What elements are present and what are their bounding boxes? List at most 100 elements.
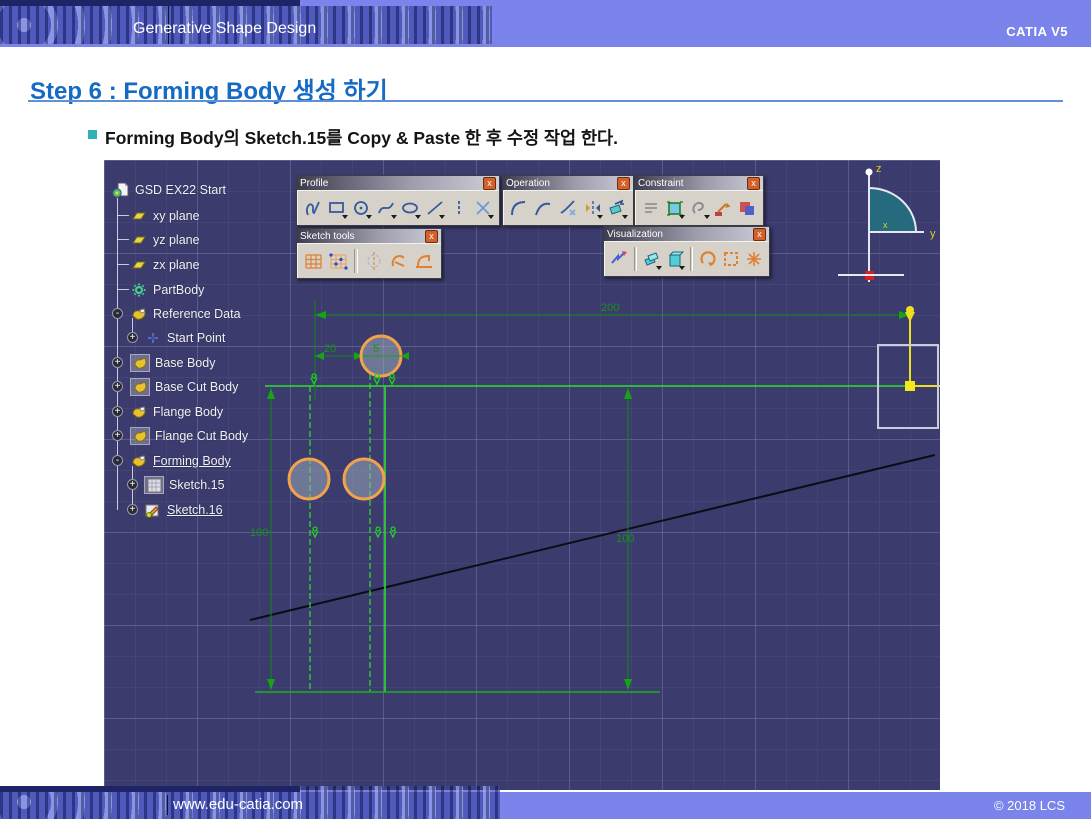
contact-constraint-button[interactable] [687,194,710,221]
3d-elements-button[interactable] [641,245,663,272]
constraint-button[interactable] [663,194,686,221]
close-icon[interactable]: x [747,177,760,190]
3d-background-button[interactable] [664,245,686,272]
cut-part-button[interactable] [608,245,630,272]
expander-icon[interactable]: - [112,308,123,319]
constraint-toolbar-titlebar[interactable]: Constraint x [635,176,763,190]
tree-item-label: Flange Body [153,405,223,419]
sketch-tools-toolbar: Sketch tools x [296,228,442,279]
tree-item-sketch-16[interactable]: Sketch.16 [144,501,223,519]
mirror-tool-button[interactable] [581,194,605,221]
line-tool-button[interactable] [423,194,446,221]
visualization-toolbar-title: Visualization [607,229,753,240]
visualization-toolbar-titlebar[interactable]: Visualization x [604,227,769,241]
close-icon[interactable]: x [425,230,438,243]
close-icon[interactable]: x [617,177,630,190]
tree-item-yz-plane[interactable]: yz plane [130,231,200,249]
plane-icon [130,208,148,224]
open-body-icon [130,404,148,420]
expander-icon[interactable]: + [127,332,138,343]
operation-toolbar-titlebar[interactable]: Operation x [503,176,633,190]
footer-copyright: © 2018 LCS [994,798,1065,813]
bullet-text: Forming Body의 Sketch.15를 Copy & Paste 한 … [105,125,618,150]
tree-item-label: Sketch.15 [169,478,225,492]
tree-item-label: Flange Cut Body [155,429,248,443]
animate-constraint-button[interactable] [736,194,759,221]
fix-constraint-button[interactable] [712,194,735,221]
grid-button[interactable] [301,247,325,274]
footer-website: www.edu-catia.com [173,796,303,813]
rectangle-tool-button[interactable] [325,194,348,221]
close-icon[interactable]: x [753,228,766,241]
tree-item-label: GSD EX22 Start [135,183,226,197]
tree-item-flange-body[interactable]: Flange Body [130,403,223,421]
axis-widget: z y x [838,163,936,282]
slide: Generative Shape Design CATIA V5 Step 6 … [0,0,1091,819]
tree-item-label: Base Cut Body [155,380,238,394]
profile-toolbar: Profile x [296,175,500,226]
diagnostics-button[interactable] [697,245,719,272]
tree-item-partbody[interactable]: PartBody [130,281,204,299]
tree-item-xy-plane[interactable]: xy plane [130,207,200,225]
expander-icon[interactable]: + [112,357,123,368]
part-document-icon [112,182,130,198]
tree-item-label: Base Body [155,356,215,370]
corner-tool-button[interactable] [507,194,531,221]
expander-icon[interactable]: - [112,455,123,466]
tree-item-forming-body[interactable]: Forming Body [130,452,231,470]
sketch-tools-toolbar-title: Sketch tools [300,231,425,242]
dim-100-mid-arrow-top [624,388,632,399]
tree-item-root[interactable]: GSD EX22 Start [112,181,226,199]
profile-toolbar-titlebar[interactable]: Profile x [297,176,499,190]
tree-item-label: yz plane [153,233,200,247]
axis-y-label: y [930,228,936,240]
close-icon[interactable]: x [483,177,496,190]
bullet-marker [88,130,97,139]
visualization-toolbar: Visualization x [603,226,770,277]
constraints-dialog-button[interactable] [639,194,662,221]
tree-item-flange-cut-body[interactable]: Flange Cut Body [130,427,248,445]
footer-divider-line [167,795,168,815]
footer-bar: www.edu-catia.com © 2018 LCS [0,792,1091,819]
tree-item-base-cut-body[interactable]: Base Cut Body [130,378,238,396]
tree-item-sketch-15[interactable]: Sketch.15 [144,476,225,494]
tree-item-start-point[interactable]: Start Point [144,329,225,347]
geometrical-constraints-button[interactable] [387,247,411,274]
constraints-display-button[interactable] [743,245,765,272]
profile-toolbar-title: Profile [300,178,483,189]
ellipse-tool-button[interactable] [399,194,422,221]
chamfer-tool-button[interactable] [532,194,556,221]
translate-tool-button[interactable] [605,194,629,221]
toolbar-separator [634,247,637,271]
snap-to-point-button[interactable] [326,247,350,274]
body-framed-icon [130,378,150,396]
construction-element-button[interactable] [362,247,386,274]
tree-stub [117,289,129,290]
circle-tool-button[interactable] [350,194,373,221]
tree-item-base-body[interactable]: Base Body [130,354,215,372]
tree-item-reference-data[interactable]: Reference Data [130,305,241,323]
tree-item-zx-plane[interactable]: zx plane [130,256,200,274]
constraint-toolbar-title: Constraint [638,178,747,189]
operation-toolbar-title: Operation [506,178,617,189]
constraint-toolbar: Constraint x [634,175,764,226]
point-tool-button[interactable] [472,194,495,221]
sketch-tools-toolbar-titlebar[interactable]: Sketch tools x [297,229,441,243]
axis-tool-button[interactable] [447,194,470,221]
tree-item-label: zx plane [153,258,200,272]
tree-item-label: Forming Body [153,454,231,468]
expander-icon[interactable]: + [112,430,123,441]
hole-circle-right [344,459,384,499]
header-bar: Generative Shape Design CATIA V5 [0,0,1091,47]
sketch-origin-point [905,381,915,391]
trim-tool-button[interactable] [556,194,580,221]
spline-tool-button[interactable] [374,194,397,221]
expander-icon[interactable]: + [127,479,138,490]
dimensional-constraints-button[interactable] [412,247,436,274]
expander-icon[interactable]: + [112,381,123,392]
profile-tool-button[interactable] [301,194,324,221]
dimensional-display-button[interactable] [720,245,742,272]
tree-item-label: Reference Data [153,307,241,321]
expander-icon[interactable]: + [112,406,123,417]
expander-icon[interactable]: + [127,504,138,515]
